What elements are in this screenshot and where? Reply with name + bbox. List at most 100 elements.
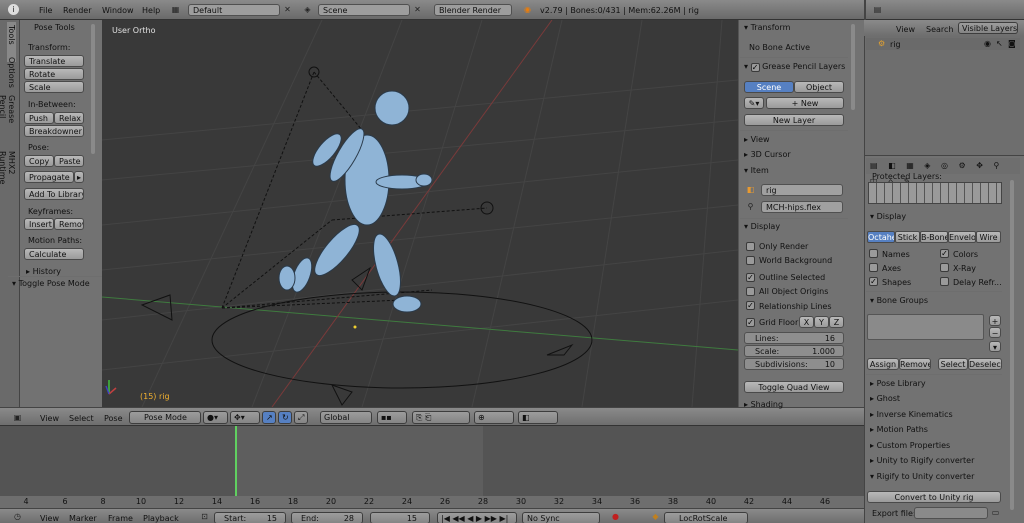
tl-menu-marker[interactable]: Marker — [69, 514, 97, 523]
draw-bbone-button[interactable]: B-Bone — [920, 231, 948, 243]
rigify-to-unity-header[interactable]: ▾ Rigify to Unity converter — [870, 472, 974, 481]
display-panel-header[interactable]: ▾ Display — [744, 222, 780, 231]
close-scene-icon[interactable]: ✕ — [412, 4, 423, 15]
tab-mhx2-runtime[interactable]: MHX2 Runtime — [0, 148, 16, 204]
properties-scrollbar[interactable] — [1010, 180, 1014, 510]
propagate-button[interactable]: Propagate — [24, 171, 74, 183]
scene-selector[interactable]: Scene — [318, 4, 410, 16]
ik-header[interactable]: ▸ Inverse Kinematics — [870, 410, 953, 419]
n-panel-scrollbar[interactable] — [851, 24, 855, 110]
scene-icon[interactable]: ◈ — [302, 4, 313, 15]
bone-name-field[interactable]: MCH-hips.flex — [761, 201, 843, 213]
visibility-icon[interactable]: ◉ — [984, 39, 991, 48]
colors-checkbox[interactable]: ✓ — [940, 249, 949, 258]
scale-manipulator[interactable]: ⤢ — [294, 411, 308, 424]
menu-file[interactable]: File — [39, 6, 52, 15]
grid-scale-field[interactable]: Scale: 1.000 — [744, 345, 844, 357]
vp-menu-pose[interactable]: Pose — [104, 414, 123, 423]
arm-display-header[interactable]: ▾ Display — [870, 212, 906, 221]
orientation-selector[interactable]: Global — [320, 411, 372, 424]
item-name-field[interactable]: rig — [761, 184, 843, 196]
export-file-field[interactable] — [914, 507, 988, 519]
gp-layers-checkbox[interactable]: ✓ — [750, 63, 760, 72]
gp-scene-tab[interactable]: Scene — [744, 81, 794, 93]
bone-group-menu[interactable]: ▾ — [989, 341, 1001, 352]
names-checkbox[interactable] — [869, 249, 878, 258]
remove-button[interactable]: Remove — [899, 358, 931, 370]
insert-keyframe-button[interactable]: Insert — [24, 218, 54, 230]
pose-library-header[interactable]: ▸ Pose Library — [870, 379, 926, 388]
sync-selector[interactable]: No Sync — [522, 512, 600, 523]
draw-octahedral-button[interactable]: Octahe — [867, 231, 895, 243]
tools-scrollbar[interactable] — [91, 24, 95, 154]
select-button[interactable]: Select — [938, 358, 968, 370]
bone-groups-header[interactable]: ▾ Bone Groups — [870, 296, 928, 305]
lock-icon[interactable]: ⊡ — [199, 511, 210, 522]
start-frame-field[interactable]: Start: 15 — [214, 512, 286, 523]
remove-bone-group-button[interactable]: − — [989, 327, 1001, 338]
axis-z-toggle[interactable]: Z — [829, 316, 844, 328]
gp-object-tab[interactable]: Object — [794, 81, 844, 93]
menu-window[interactable]: Window — [102, 6, 134, 15]
world-bg-checkbox[interactable] — [746, 256, 755, 265]
axis-x-toggle[interactable]: X — [799, 316, 814, 328]
keying-set-selector[interactable]: LocRotScale — [664, 512, 748, 523]
tl-menu-frame[interactable]: Frame — [108, 514, 133, 523]
assign-button[interactable]: Assign — [867, 358, 899, 370]
tl-menu-view[interactable]: View — [40, 514, 59, 523]
pose-copy-tools[interactable]: ⎘ ⎗ — [412, 411, 470, 424]
xray-checkbox[interactable] — [940, 263, 949, 272]
relationship-lines-checkbox[interactable]: ✓ — [746, 301, 755, 310]
outliner-display-mode[interactable]: Visible Layers — [958, 22, 1018, 34]
pivot-selector[interactable]: ✥▾ — [230, 411, 260, 424]
render-icon[interactable]: ◙ — [1008, 39, 1016, 48]
propagate-menu-arrow[interactable]: ▸ — [74, 171, 84, 183]
cursor-panel-header[interactable]: ▸ 3D Cursor — [744, 150, 791, 159]
history-panel-header[interactable]: ▸ History — [26, 267, 61, 276]
editor-type-icon[interactable]: ▣ — [12, 412, 23, 423]
layout-icon[interactable]: ▦ — [170, 4, 181, 15]
convert-to-unity-button[interactable]: Convert to Unity rig — [867, 491, 1001, 503]
playback-controls[interactable]: |◀ ◀◀ ◀ ▶ ▶▶ ▶| — [437, 512, 517, 523]
gp-layers-header[interactable]: ▾ ✓ Grease Pencil Layers — [744, 62, 845, 72]
add-to-library-button[interactable]: Add To Library — [24, 188, 84, 200]
info-icon[interactable]: i — [8, 4, 19, 15]
tl-menu-playback[interactable]: Playback — [143, 514, 179, 523]
key-icon[interactable]: ◆ — [650, 511, 661, 522]
unity-to-rigify-header[interactable]: ▸ Unity to Rigify converter — [870, 456, 974, 465]
ghost-header[interactable]: ▸ Ghost — [870, 394, 900, 403]
relax-button[interactable]: Relax — [54, 112, 84, 124]
selectable-icon[interactable]: ↖ — [996, 39, 1003, 48]
3d-viewport[interactable]: User Ortho (15) rig — [102, 20, 738, 407]
protected-layers-grid[interactable] — [868, 182, 1002, 204]
shapes-checkbox[interactable]: ✓ — [869, 277, 878, 286]
playhead[interactable] — [235, 426, 237, 496]
item-panel-header[interactable]: ▾ Item — [744, 166, 769, 175]
copy-button[interactable]: Copy — [24, 155, 54, 167]
timeline-editor-icon[interactable]: ◷ — [12, 511, 23, 522]
folder-icon[interactable]: ▭ — [990, 507, 1001, 518]
layout-selector[interactable]: Default — [188, 4, 280, 16]
current-frame-field[interactable]: 15 — [370, 512, 430, 523]
rotate-button[interactable]: Rotate — [24, 68, 84, 80]
deselect-button[interactable]: Deselect — [968, 358, 1002, 370]
draw-wire-button[interactable]: Wire — [976, 231, 1001, 243]
snap-tools[interactable]: ⊕ — [474, 411, 514, 424]
shading-panel-header[interactable]: ▸ Shading — [744, 400, 783, 409]
toggle-pose-mode-header[interactable]: ▾ Toggle Pose Mode — [12, 279, 90, 288]
gp-new-button[interactable]: + New — [766, 97, 844, 109]
tab-options[interactable]: Options — [7, 54, 16, 94]
bone-groups-list[interactable] — [867, 314, 984, 340]
draw-stick-button[interactable]: Stick — [895, 231, 920, 243]
end-frame-field[interactable]: End: 28 — [291, 512, 363, 523]
gp-brush-selector[interactable]: ✎▾ — [744, 97, 764, 109]
shading-selector[interactable]: ●▾ — [203, 411, 228, 424]
axis-y-toggle[interactable]: Y — [814, 316, 829, 328]
layers-grid[interactable]: ▪▪ — [377, 411, 407, 424]
vp-menu-select[interactable]: Select — [69, 414, 94, 423]
transform-panel-header[interactable]: ▾ Transform — [744, 23, 790, 32]
translate-button[interactable]: Translate — [24, 55, 84, 67]
paste-button[interactable]: Paste — [54, 155, 84, 167]
view-panel-header[interactable]: ▸ View — [744, 135, 770, 144]
manipulator-toggle[interactable]: ↗ — [262, 411, 276, 424]
